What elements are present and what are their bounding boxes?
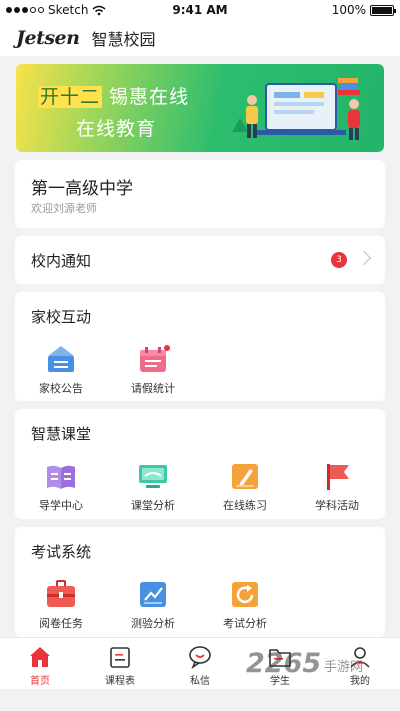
section-title: 考试系统 (31, 543, 92, 561)
grid-item-label: 请假统计 (131, 382, 175, 395)
grid-item-subject-activity[interactable]: 学科活动 (291, 461, 383, 513)
chevron-right-icon (356, 250, 372, 266)
exam-system-section: 考试系统 阅卷任务 测验分析 考试分析 (15, 527, 385, 637)
notice-title: 校内通知 (31, 251, 92, 270)
banner-subline: 在线教育 (76, 118, 157, 140)
status-bar: Sketch 9:41 AM 100% (0, 0, 400, 20)
calendar-icon (140, 345, 170, 372)
home-school-section: 家校互动 家校公告 请假统计 (15, 292, 385, 401)
tab-label: 学生 (270, 676, 290, 687)
banner-illustration (232, 78, 360, 140)
grid-item-label: 导学中心 (39, 499, 83, 512)
grid-item-label: 考试分析 (223, 617, 267, 630)
smart-classroom-section: 智慧课堂 导学中心 课堂分析 在线练习 学科活动 (15, 409, 385, 519)
briefcase-icon (47, 580, 75, 607)
tab-profile[interactable]: 我的 (320, 638, 400, 689)
grid-item-label: 阅卷任务 (39, 617, 83, 630)
tab-label: 私信 (190, 676, 210, 687)
tab-label: 我的 (350, 676, 370, 687)
grid-item-announcement[interactable]: 家校公告 (15, 344, 107, 396)
pen-icon (232, 464, 258, 489)
home-school-grid: 家校公告 请假统计 (15, 344, 385, 396)
welcome-text: 欢迎刘源老师 (31, 202, 97, 215)
notice-row[interactable]: 校内通知 3 (15, 236, 385, 284)
grid-item-label: 学科活动 (315, 499, 359, 512)
tab-students[interactable]: 学生 (240, 638, 320, 689)
app-header: Jetsen 智慧校园 (0, 20, 400, 56)
home-icon (30, 647, 50, 667)
section-title: 家校互动 (31, 308, 92, 326)
app-title: 智慧校园 (91, 30, 156, 49)
promo-banner[interactable]: 开十二 锡惠在线 在线教育 (16, 64, 384, 152)
grid-item-label: 家校公告 (39, 382, 83, 395)
schedule-icon (110, 647, 130, 668)
smart-classroom-grid: 导学中心 课堂分析 在线练习 学科活动 (15, 461, 385, 513)
user-icon (350, 647, 370, 668)
tab-messages[interactable]: 私信 (160, 638, 240, 689)
monitor-icon (139, 465, 167, 488)
grid-item-label: 在线练习 (223, 499, 267, 512)
grid-item-exam-analysis[interactable]: 考试分析 (199, 579, 291, 631)
grid-item-class-analysis[interactable]: 课堂分析 (107, 461, 199, 513)
grid-item-quiz-analysis[interactable]: 测验分析 (107, 579, 199, 631)
banner-headline: 开十二 锡惠在线 (38, 82, 189, 109)
battery-label: 100% (331, 3, 366, 17)
chart-icon (140, 582, 166, 607)
banner-highlight: 开十二 (38, 86, 103, 108)
flag-icon (327, 464, 349, 490)
battery-icon (370, 4, 396, 16)
battery-group: 100% (331, 3, 396, 17)
bottom-tab-bar: 首页 课程表 私信 学生 我的 (0, 637, 400, 689)
banner-line1-rest: 锡惠在线 (102, 86, 190, 108)
school-name: 第一高级中学 (31, 179, 133, 199)
grid-item-leave-stats[interactable]: 请假统计 (107, 344, 199, 396)
tab-home[interactable]: 首页 (0, 638, 80, 689)
folder-icon (269, 649, 291, 667)
grid-item-label: 课堂分析 (131, 499, 175, 512)
message-icon (189, 646, 211, 669)
exam-grid: 阅卷任务 测验分析 考试分析 (15, 579, 385, 631)
grid-item-online-practice[interactable]: 在线练习 (199, 461, 291, 513)
tab-label: 课程表 (105, 676, 135, 687)
notice-count-badge: 3 (331, 252, 347, 268)
school-card[interactable]: 第一高级中学 欢迎刘源老师 (15, 160, 385, 228)
refresh-icon (232, 582, 258, 607)
announcement-icon (48, 346, 74, 372)
tab-schedule[interactable]: 课程表 (80, 638, 160, 689)
grid-item-label: 测验分析 (131, 617, 175, 630)
section-title: 智慧课堂 (31, 425, 92, 443)
grid-item-grading-tasks[interactable]: 阅卷任务 (15, 579, 107, 631)
brand-logo: Jetsen (16, 27, 80, 49)
book-icon (47, 465, 75, 489)
grid-item-study-center[interactable]: 导学中心 (15, 461, 107, 513)
tab-label: 首页 (30, 676, 50, 687)
